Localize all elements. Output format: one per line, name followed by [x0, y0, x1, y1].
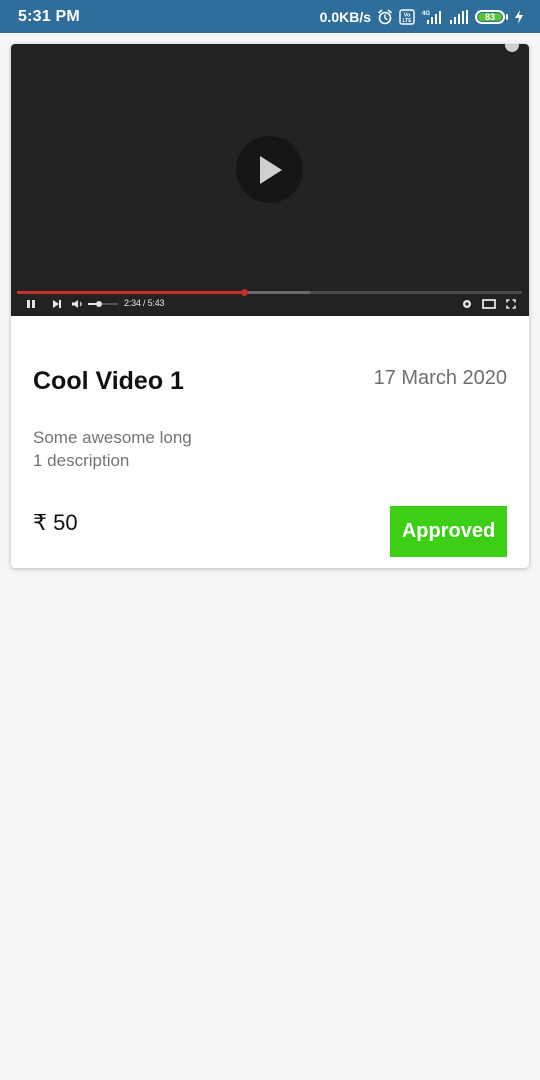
next-icon[interactable]: [52, 299, 62, 309]
theater-mode-icon[interactable]: [482, 299, 496, 309]
alarm-icon: [377, 9, 393, 25]
pause-icon[interactable]: [26, 299, 36, 309]
volume-icon[interactable]: [71, 299, 83, 309]
status-bar: 5:31 PM 0.0KB/s Vo LTE 4G 83: [0, 0, 540, 33]
play-icon: [259, 155, 282, 184]
description-line: 1 description: [33, 451, 130, 470]
video-price: ₹ 50: [33, 510, 78, 535]
network-type-label: 4G: [422, 11, 430, 17]
player-controls: 2:34 / 5:43: [11, 296, 529, 314]
video-date: 17 March 2020: [373, 367, 507, 389]
video-description: Some awesome long 1 description: [33, 426, 233, 472]
battery-icon: 83: [475, 9, 508, 24]
menu-dot-icon: [505, 44, 519, 52]
description-line: Some awesome long: [33, 428, 192, 447]
charging-icon: [514, 9, 524, 25]
volte-icon: Vo LTE: [399, 8, 415, 25]
status-time: 5:31 PM: [18, 7, 80, 25]
volume-slider[interactable]: [88, 299, 118, 309]
progress-thumb[interactable]: [241, 289, 249, 296]
video-title: Cool Video 1: [33, 367, 184, 395]
progress-bar[interactable]: [17, 289, 522, 296]
signal-icon: [449, 9, 469, 25]
fullscreen-icon[interactable]: [506, 299, 516, 309]
approved-status-button[interactable]: Approved: [390, 506, 507, 557]
status-indicators: 0.0KB/s Vo LTE 4G 83: [320, 9, 524, 25]
video-player[interactable]: 2:34 / 5:43: [11, 44, 529, 316]
video-card[interactable]: 2:34 / 5:43 Cool Video 1 17 March 2020 S…: [11, 44, 529, 568]
battery-level: 83: [478, 12, 502, 21]
settings-icon[interactable]: [462, 299, 472, 309]
time-readout: 2:34 / 5:43: [124, 298, 165, 308]
network-speed: 0.0KB/s: [319, 8, 371, 25]
signal-4g-icon: 4G: [421, 9, 443, 25]
svg-text:LTE: LTE: [402, 18, 412, 24]
play-button[interactable]: [236, 136, 303, 203]
progress-played: [17, 291, 245, 294]
